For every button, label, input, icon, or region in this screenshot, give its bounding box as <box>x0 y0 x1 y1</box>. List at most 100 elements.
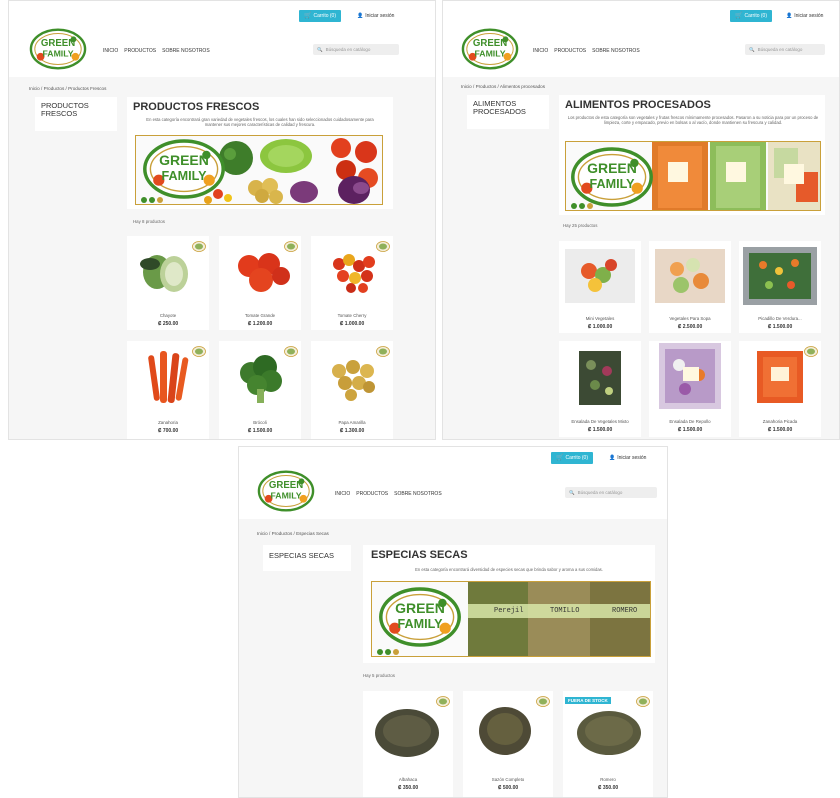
product-image <box>559 241 641 309</box>
product-name[interactable]: Zanahoria <box>127 420 209 425</box>
svg-text:FAMILY: FAMILY <box>589 177 635 191</box>
svg-text:GREEN: GREEN <box>587 160 637 176</box>
sidebar-category[interactable]: ALIMENTOS PROCESADOS <box>467 95 549 129</box>
breadcrumb-current: Productos Frescos <box>68 86 107 91</box>
nav-inicio[interactable]: INICIO <box>533 48 548 54</box>
nav-sobre-nosotros[interactable]: SOBRE NOSOTROS <box>592 48 640 54</box>
product-card[interactable]: Ensalada De Vegetales Mixto ₡ 1.500.00 <box>559 341 641 437</box>
product-card[interactable]: Sazón Completo ₡ 500.00 <box>463 691 553 797</box>
product-name[interactable]: Albahaca <box>363 777 453 782</box>
screenshot-alimentos-procesados: 🛒 Carrito (0) 👤 Iniciar sesión GREEN FAMILY… <box>442 0 840 440</box>
nav-sobre-nosotros[interactable]: SOBRE NOSOTROS <box>394 491 442 497</box>
category-banner: GREEN FAMILY <box>565 141 821 211</box>
category-title: PRODUCTOS FRESCOS <box>133 101 260 113</box>
nav-sobre-nosotros[interactable]: SOBRE NOSOTROS <box>162 48 210 54</box>
product-price: ₡ 500.00 <box>497 785 519 791</box>
search-input[interactable]: 🔍 Búsqueda en catálogo <box>745 44 825 55</box>
category-header: ESPECIAS SECAS En esta categoría encontr… <box>363 545 655 663</box>
logo[interactable]: GREEN FAMILY <box>29 27 87 76</box>
product-card[interactable]: Mini Vegetales ₡ 1.000.00 <box>559 241 641 333</box>
product-card[interactable]: Tomate Cherry ₡ 1.000.00 <box>311 236 393 330</box>
product-name[interactable]: Picadillo De Verdura... <box>739 316 821 321</box>
category-header: PRODUCTOS FRESCOS En esta categoría enco… <box>127 97 393 209</box>
product-count: Hay 8 productos <box>133 219 165 224</box>
product-name[interactable]: Mini Vegetales <box>559 316 641 321</box>
search-input[interactable]: 🔍 Búsqueda en catálogo <box>565 487 657 498</box>
product-name[interactable]: Ensalada De Repollo <box>649 419 731 424</box>
nav-productos[interactable]: PRODUCTOS <box>124 48 156 54</box>
sidebar-category[interactable]: ESPECIAS SECAS <box>263 545 351 571</box>
product-name[interactable]: Tomate Cherry <box>311 313 393 318</box>
product-card[interactable]: FUERA DE STOCK Romero ₡ 350.00 <box>563 691 653 797</box>
product-card[interactable]: Ensalada De Repollo ₡ 1.500.00 <box>649 341 731 437</box>
svg-text:FAMILY: FAMILY <box>42 49 73 59</box>
cart-button[interactable]: 🛒 Carrito (0) <box>299 10 341 22</box>
main-nav: INICIO PRODUCTOS SOBRE NOSOTROS <box>533 48 640 54</box>
product-price: ₡ 700.00 <box>157 428 179 434</box>
product-card[interactable]: Zanahoria Picada ₡ 1.500.00 <box>739 341 821 437</box>
cart-button[interactable]: 🛒 Carrito (0) <box>551 452 593 464</box>
banner-label-romero: ROMERO <box>612 607 638 615</box>
product-count: Hay 25 productos <box>563 223 598 228</box>
nav-productos[interactable]: PRODUCTOS <box>356 491 388 497</box>
product-card[interactable]: Papa Amarilla ₡ 1.300.00 <box>311 341 393 439</box>
product-card[interactable]: Vegetales Para Sopa ₡ 2.500.00 <box>649 241 731 333</box>
login-link[interactable]: 👤 Iniciar sesión <box>609 452 646 464</box>
product-brand-badge <box>192 239 206 257</box>
product-image <box>649 341 731 411</box>
product-card[interactable]: Albahaca ₡ 350.00 <box>363 691 453 797</box>
product-count: Hay 5 productos <box>363 673 395 678</box>
cart-button[interactable]: 🛒 Carrito (0) <box>730 10 772 22</box>
product-name[interactable]: Papa Amarilla <box>311 420 393 425</box>
nav-inicio[interactable]: INICIO <box>335 491 350 497</box>
product-price: ₡ 350.00 <box>597 785 619 791</box>
main-nav: INICIO PRODUCTOS SOBRE NOSOTROS <box>103 48 210 54</box>
banner-label-tomillo: TOMILLO <box>550 607 580 615</box>
product-card[interactable]: Tomate Grande ₡ 1.200.00 <box>219 236 301 330</box>
login-link[interactable]: 👤 Iniciar sesión <box>357 10 394 22</box>
sidebar-category[interactable]: PRODUCTOS FRESCOS <box>35 97 117 131</box>
product-name[interactable]: Ensalada De Vegetales Mixto <box>559 419 641 424</box>
svg-text:GREEN: GREEN <box>395 600 445 616</box>
product-name[interactable]: Romero <box>563 777 653 782</box>
nav-productos[interactable]: PRODUCTOS <box>554 48 586 54</box>
breadcrumb-inicio[interactable]: Inicio <box>257 531 268 536</box>
product-image <box>559 341 641 411</box>
svg-text:GREEN: GREEN <box>269 480 303 491</box>
product-price: ₡ 1.000.00 <box>339 321 365 327</box>
product-name[interactable]: Brócoli <box>219 420 301 425</box>
product-price: ₡ 1.500.00 <box>767 324 793 330</box>
product-name[interactable]: Sazón Completo <box>463 777 553 782</box>
product-brand-badge <box>376 239 390 257</box>
category-title: ALIMENTOS PROCESADOS <box>565 99 711 111</box>
breadcrumb: Inicio / Productos / Productos Frescos <box>29 86 107 91</box>
breadcrumb-productos[interactable]: Productos <box>272 531 293 536</box>
category-banner: GREEN FAMILY <box>135 135 383 205</box>
logo[interactable]: GREEN FAMILY <box>257 469 315 518</box>
breadcrumb: Inicio / Productos / Especias Secas <box>257 531 329 536</box>
category-header: ALIMENTOS PROCESADOS Los productos de es… <box>559 95 825 215</box>
product-image <box>739 241 821 309</box>
product-name[interactable]: Chayote <box>127 313 209 318</box>
product-card[interactable]: Picadillo De Verdura... ₡ 1.500.00 <box>739 241 821 333</box>
search-input[interactable]: 🔍 Búsqueda en catálogo <box>313 44 399 55</box>
nav-inicio[interactable]: INICIO <box>103 48 118 54</box>
login-link[interactable]: 👤 Iniciar sesión <box>786 10 823 22</box>
product-card[interactable]: Brócoli ₡ 1.500.00 <box>219 341 301 439</box>
site-header: GREEN FAMILY INICIO PRODUCTOS SOBRE NOSOT… <box>239 470 667 519</box>
breadcrumb-productos[interactable]: Productos <box>44 86 65 91</box>
breadcrumb-inicio[interactable]: Inicio <box>461 84 472 89</box>
screenshot-especias-secas: 🛒 Carrito (0) 👤 Iniciar sesión GREEN FAMILY… <box>238 446 668 798</box>
product-name[interactable]: Vegetales Para Sopa <box>649 316 731 321</box>
breadcrumb: Inicio / Productos / Alimentos procesado… <box>461 84 546 89</box>
breadcrumb-inicio[interactable]: Inicio <box>29 86 40 91</box>
product-name[interactable]: Zanahoria Picada <box>739 419 821 424</box>
product-name[interactable]: Tomate Grande <box>219 313 301 318</box>
screenshot-productos-frescos: 🛒 Carrito (0) 👤 Iniciar sesión GREEN FAMILY… <box>8 0 436 440</box>
product-card[interactable]: Zanahoria ₡ 700.00 <box>127 341 209 439</box>
product-price: ₡ 250.00 <box>157 321 179 327</box>
logo[interactable]: GREEN FAMILY <box>461 27 519 76</box>
breadcrumb-productos[interactable]: Productos <box>476 84 497 89</box>
banner-logo: GREEN FAMILY <box>378 586 462 653</box>
product-card[interactable]: Chayote ₡ 250.00 <box>127 236 209 330</box>
